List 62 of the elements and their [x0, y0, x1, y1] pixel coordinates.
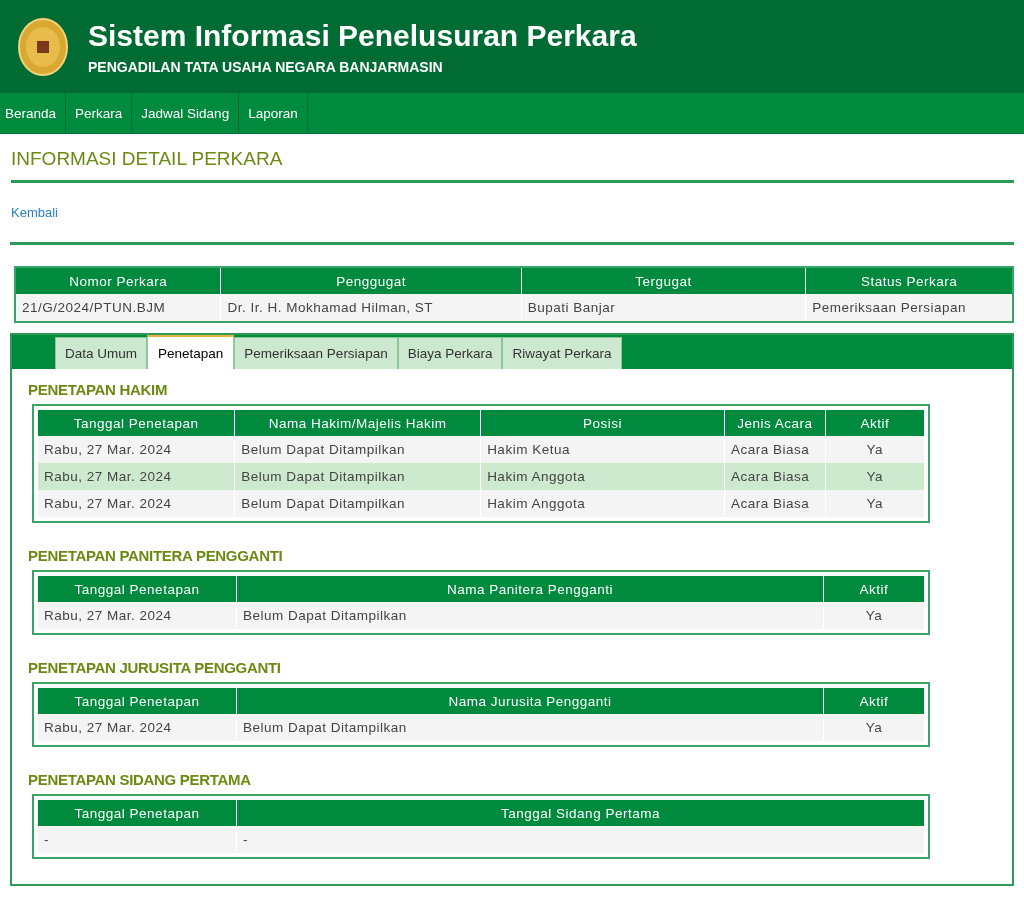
table-cell: Rabu, 27 Mar. 2024: [38, 436, 235, 463]
nav-link[interactable]: Laporan: [239, 93, 308, 133]
column-header: Tanggal Penetapan: [38, 688, 237, 714]
section-title: PENETAPAN JURUSITA PENGGANTI: [28, 659, 282, 676]
table-cell: 21/G/2024/PTUN.BJM: [16, 294, 221, 321]
column-header: Tanggal Sidang Pertama: [236, 800, 924, 826]
column-header: Aktif: [825, 410, 924, 436]
column-header: Tanggal Penetapan: [38, 576, 237, 602]
nav-link[interactable]: Jadwal Sidang: [132, 93, 240, 133]
table-cell: Ya: [825, 463, 924, 490]
column-header: Penggugat: [220, 268, 522, 294]
table-cell: Ya: [825, 490, 924, 517]
section-title: PENETAPAN HAKIM: [28, 381, 169, 398]
table-cell: -: [38, 826, 237, 853]
back-link[interactable]: Kembali: [11, 205, 58, 220]
table-cell: Bupati Banjar: [521, 294, 806, 321]
table-cell: Belum Dapat Ditampilkan: [234, 436, 481, 463]
column-header: Posisi: [480, 410, 725, 436]
table-cell: Ya: [823, 714, 924, 741]
table-cell: Rabu, 27 Mar. 2024: [38, 463, 235, 490]
column-header: Aktif: [823, 576, 924, 602]
table-cell: Rabu, 27 Mar. 2024: [38, 714, 237, 741]
table-cell: Belum Dapat Ditampilkan: [236, 714, 824, 741]
column-header: Tanggal Penetapan: [38, 410, 235, 436]
page-title: INFORMASI DETAIL PERKARA: [11, 148, 1014, 183]
court-emblem-icon: [18, 17, 68, 76]
section-title: PENETAPAN SIDANG PERTAMA: [28, 771, 252, 788]
table-cell: Rabu, 27 Mar. 2024: [38, 602, 237, 629]
table-cell: Belum Dapat Ditampilkan: [234, 490, 481, 517]
column-header: Jenis Acara: [724, 410, 826, 436]
tab[interactable]: Penetapan: [147, 335, 235, 369]
table-cell: -: [236, 826, 924, 853]
column-header: Aktif: [823, 688, 924, 714]
table-cell: Hakim Ketua: [480, 436, 725, 463]
table-cell: Acara Biasa: [724, 463, 826, 490]
table-cell: Acara Biasa: [724, 436, 826, 463]
table-cell: Pemeriksaan Persiapan: [805, 294, 1012, 321]
table-cell: Belum Dapat Ditampilkan: [236, 602, 824, 629]
column-header: Nama Panitera Pengganti: [236, 576, 824, 602]
table-cell: Rabu, 27 Mar. 2024: [38, 490, 235, 517]
column-header: Nomor Perkara: [16, 268, 221, 294]
table-cell: Hakim Anggota: [480, 463, 725, 490]
tab[interactable]: Data Umum: [55, 337, 147, 369]
table-cell: Ya: [823, 602, 924, 629]
tab[interactable]: Biaya Perkara: [397, 337, 503, 369]
court-name: PENGADILAN TATA USAHA NEGARA BANJARMASIN: [88, 58, 444, 75]
site-title: Sistem Informasi Penelusuran Perkara: [88, 18, 637, 53]
column-header: Status Perkara: [805, 268, 1012, 294]
nav-link[interactable]: Beranda: [0, 93, 67, 133]
column-header: Nama Jurusita Pengganti: [236, 688, 824, 714]
tab[interactable]: Riwayat Perkara: [502, 337, 622, 369]
section-title: PENETAPAN PANITERA PENGGANTI: [28, 547, 284, 564]
table-cell: Belum Dapat Ditampilkan: [234, 463, 481, 490]
table-cell: Acara Biasa: [724, 490, 826, 517]
column-header: Nama Hakim/Majelis Hakim: [234, 410, 481, 436]
column-header: Tanggal Penetapan: [38, 800, 237, 826]
column-header: Tergugat: [521, 268, 806, 294]
nav-link[interactable]: Perkara: [66, 93, 133, 133]
table-cell: Ya: [825, 436, 924, 463]
table-cell: Hakim Anggota: [480, 490, 725, 517]
tab[interactable]: Pemeriksaan Persiapan: [234, 337, 398, 369]
table-cell: Dr. Ir. H. Mokhamad Hilman, ST: [220, 294, 522, 321]
